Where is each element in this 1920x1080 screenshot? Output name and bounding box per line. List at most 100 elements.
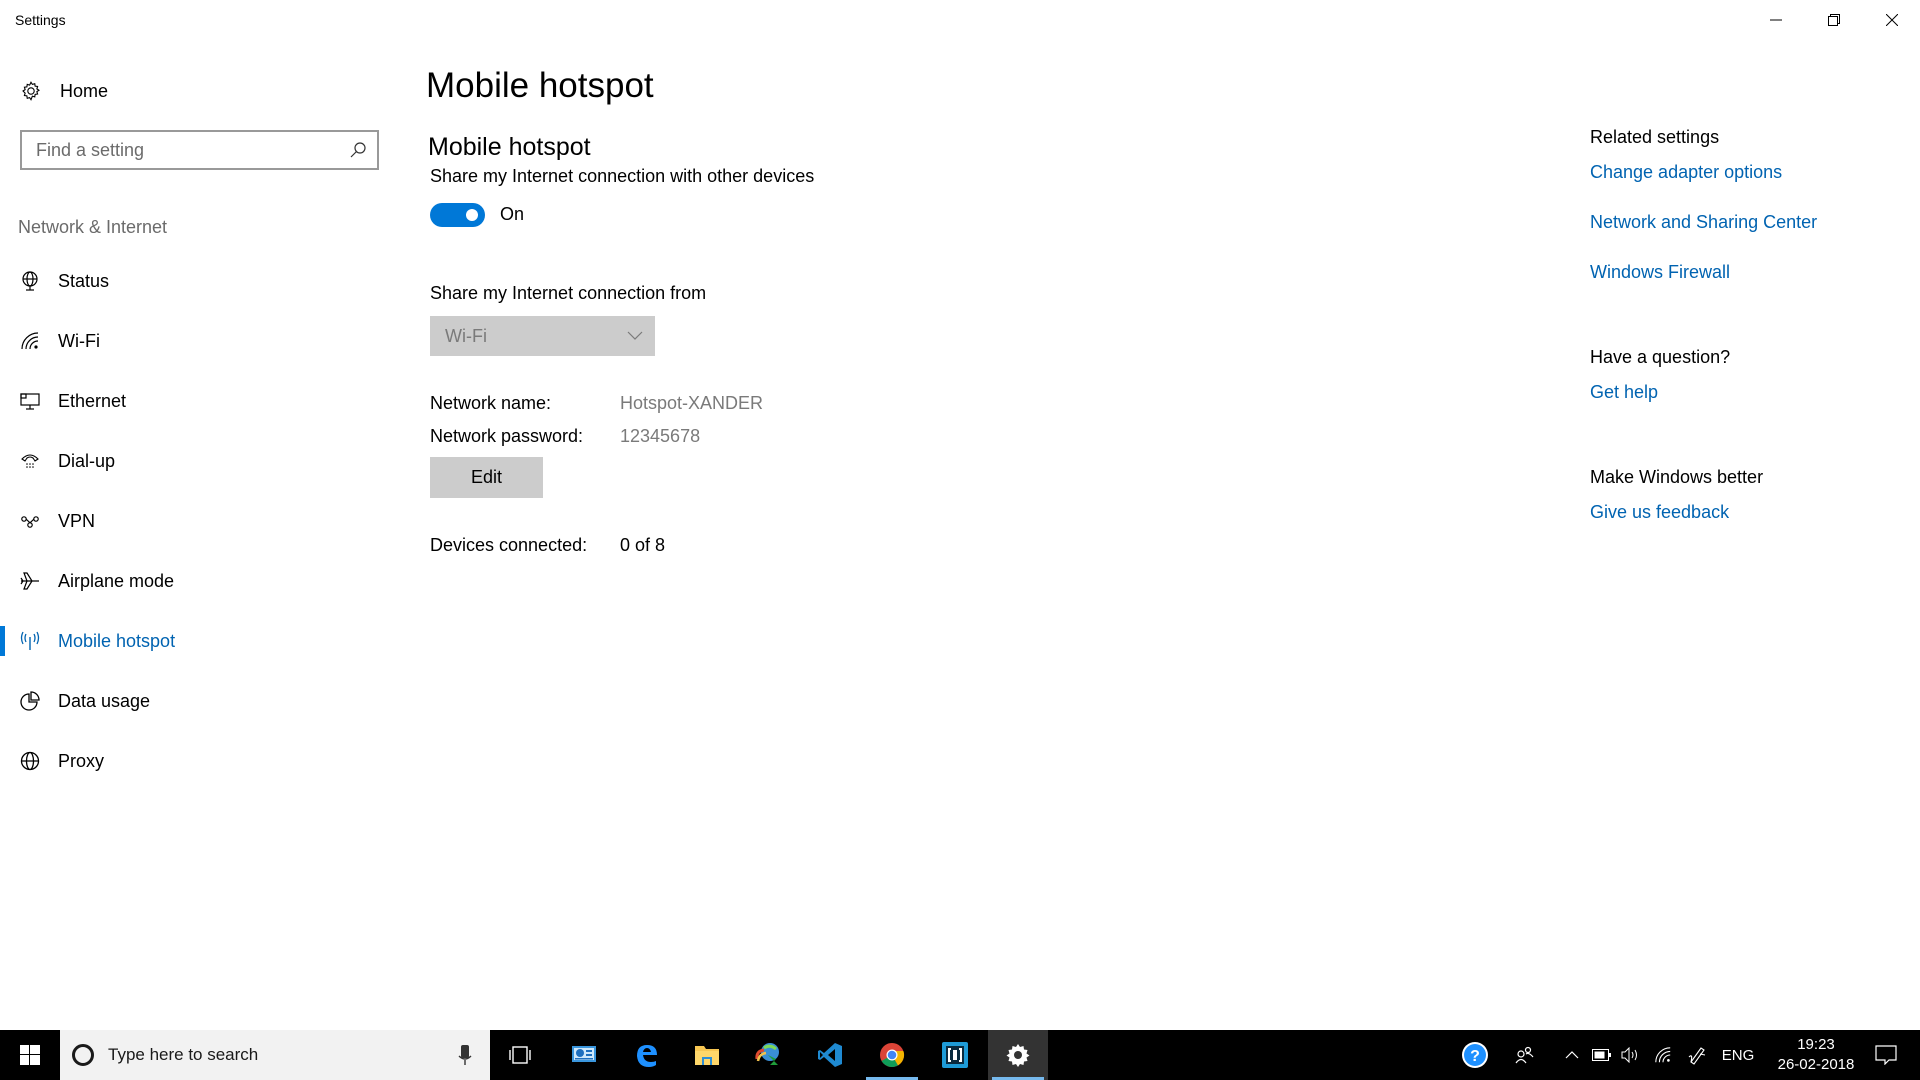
taskbar-search[interactable]: Type here to search bbox=[60, 1030, 490, 1080]
active-indicator bbox=[0, 626, 5, 656]
taskbar-file-explorer[interactable] bbox=[677, 1030, 737, 1080]
taskbar: Type here to search ? ENG 19:23 26-02-20… bbox=[0, 1030, 1920, 1080]
give-feedback-link[interactable]: Give us feedback bbox=[1590, 502, 1729, 523]
restore-button[interactable] bbox=[1806, 0, 1862, 40]
airplane-icon bbox=[19, 570, 41, 592]
cortana-icon[interactable] bbox=[72, 1044, 94, 1066]
network-name-value: Hotspot-XANDER bbox=[620, 393, 764, 413]
taskbar-settings[interactable] bbox=[988, 1030, 1048, 1080]
sidebar-item-status[interactable]: Status bbox=[0, 261, 400, 301]
clock-date: 26-02-2018 bbox=[1777, 1056, 1855, 1073]
devices-connected-label: Devices connected: bbox=[430, 535, 588, 555]
microphone-icon[interactable] bbox=[458, 1044, 472, 1066]
gear-icon bbox=[22, 81, 40, 101]
tray-clock[interactable]: 19:23 26-02-2018 bbox=[1768, 1035, 1864, 1075]
brackets-icon bbox=[942, 1042, 968, 1068]
file-explorer-icon bbox=[695, 1046, 719, 1065]
minimize-icon bbox=[1770, 19, 1782, 21]
sidebar-item-label: VPN bbox=[58, 510, 96, 531]
sidebar-item-vpn[interactable]: VPN bbox=[0, 501, 400, 541]
taskbar-download-manager[interactable] bbox=[738, 1030, 798, 1080]
change-adapter-options-link[interactable]: Change adapter options bbox=[1590, 162, 1782, 183]
sidebar-item-label: Proxy bbox=[58, 750, 105, 771]
network-password-value: 12345678 bbox=[620, 426, 701, 446]
sidebar-item-label: Ethernet bbox=[58, 390, 127, 411]
dialup-icon bbox=[19, 450, 41, 472]
windows-firewall-link[interactable]: Windows Firewall bbox=[1590, 262, 1730, 283]
proxy-globe-icon bbox=[19, 750, 41, 772]
find-setting-search[interactable] bbox=[20, 130, 379, 170]
chevron-up-icon bbox=[1565, 1051, 1579, 1059]
related-settings-heading: Related settings bbox=[1590, 127, 1720, 147]
taskbar-task-view[interactable] bbox=[490, 1030, 550, 1080]
close-button[interactable] bbox=[1864, 0, 1920, 40]
restore-icon bbox=[1828, 14, 1840, 26]
settings-gear-icon bbox=[1006, 1044, 1030, 1067]
battery-icon bbox=[1592, 1049, 1611, 1061]
taskbar-vscode[interactable] bbox=[800, 1030, 860, 1080]
edge-icon bbox=[637, 1045, 657, 1067]
taskbar-brackets[interactable] bbox=[925, 1030, 985, 1080]
windows-logo-icon bbox=[20, 1045, 40, 1065]
control-panel-icon bbox=[572, 1046, 596, 1062]
sidebar-item-label: Dial-up bbox=[58, 450, 116, 471]
share-from-label: Share my Internet connection from bbox=[430, 283, 707, 303]
find-setting-input[interactable] bbox=[22, 132, 336, 168]
pen-workspace-icon bbox=[1688, 1047, 1706, 1065]
nav-home[interactable]: Home bbox=[20, 74, 108, 108]
tray-action-center[interactable] bbox=[1866, 1030, 1906, 1080]
taskbar-edge[interactable] bbox=[616, 1030, 676, 1080]
edit-button[interactable]: Edit bbox=[430, 457, 543, 498]
taskbar-chrome[interactable] bbox=[862, 1030, 922, 1080]
minimize-button[interactable] bbox=[1748, 0, 1804, 40]
wifi-icon bbox=[19, 330, 41, 352]
help-icon: ? bbox=[1462, 1042, 1488, 1068]
sidebar-item-mobile-hotspot[interactable]: Mobile hotspot bbox=[0, 621, 400, 661]
sidebar-item-label: Status bbox=[58, 270, 110, 291]
taskbar-control-panel[interactable] bbox=[554, 1030, 614, 1080]
taskbar-search-placeholder: Type here to search bbox=[108, 1045, 259, 1064]
tray-language[interactable]: ENG bbox=[1718, 1030, 1758, 1080]
share-from-dropdown[interactable]: Wi-Fi bbox=[430, 316, 655, 356]
share-description: Share my Internet connection with other … bbox=[430, 166, 815, 186]
tray-battery[interactable] bbox=[1590, 1030, 1614, 1080]
sidebar-item-dialup[interactable]: Dial-up bbox=[0, 441, 400, 481]
chevron-down-icon bbox=[627, 331, 643, 340]
start-button[interactable] bbox=[0, 1030, 60, 1080]
tray-network[interactable] bbox=[1650, 1030, 1676, 1080]
network-sharing-center-link[interactable]: Network and Sharing Center bbox=[1590, 212, 1817, 233]
section-title: Mobile hotspot bbox=[428, 133, 591, 161]
people-icon bbox=[1515, 1046, 1534, 1064]
sidebar-item-label: Data usage bbox=[58, 690, 151, 711]
sidebar-item-data-usage[interactable]: Data usage bbox=[0, 681, 400, 721]
network-name-label: Network name: bbox=[430, 393, 552, 413]
tray-show-hidden[interactable] bbox=[1562, 1030, 1582, 1080]
tray-pen[interactable] bbox=[1684, 1030, 1710, 1080]
close-icon bbox=[1886, 14, 1898, 26]
app-title: Settings bbox=[15, 12, 66, 28]
clock-time: 19:23 bbox=[1797, 1036, 1835, 1053]
toggle-state-label: On bbox=[500, 204, 525, 224]
tray-volume[interactable] bbox=[1618, 1030, 1644, 1080]
tray-people[interactable] bbox=[1510, 1030, 1540, 1080]
sidebar-item-label: Wi-Fi bbox=[58, 330, 100, 351]
volume-icon bbox=[1621, 1047, 1637, 1063]
vscode-icon bbox=[818, 1043, 842, 1067]
sidebar-item-proxy[interactable]: Proxy bbox=[0, 741, 400, 781]
status-globe-icon bbox=[19, 270, 41, 292]
chrome-icon bbox=[880, 1043, 905, 1068]
hotspot-toggle[interactable] bbox=[430, 203, 485, 227]
search-icon[interactable] bbox=[349, 141, 367, 159]
sidebar-item-ethernet[interactable]: Ethernet bbox=[0, 381, 400, 421]
sidebar-item-airplane-mode[interactable]: Airplane mode bbox=[0, 561, 400, 601]
action-center-icon bbox=[1875, 1045, 1897, 1065]
task-view-icon bbox=[509, 1046, 531, 1064]
sidebar-item-label: Airplane mode bbox=[58, 570, 175, 591]
hotspot-icon bbox=[19, 630, 41, 652]
download-manager-icon bbox=[755, 1043, 779, 1065]
sidebar-item-wifi[interactable]: Wi-Fi bbox=[0, 321, 400, 361]
tray-help[interactable]: ? bbox=[1455, 1030, 1495, 1080]
get-help-link[interactable]: Get help bbox=[1590, 382, 1658, 403]
network-password-label: Network password: bbox=[430, 426, 584, 446]
svg-text:?: ? bbox=[1470, 1048, 1480, 1065]
